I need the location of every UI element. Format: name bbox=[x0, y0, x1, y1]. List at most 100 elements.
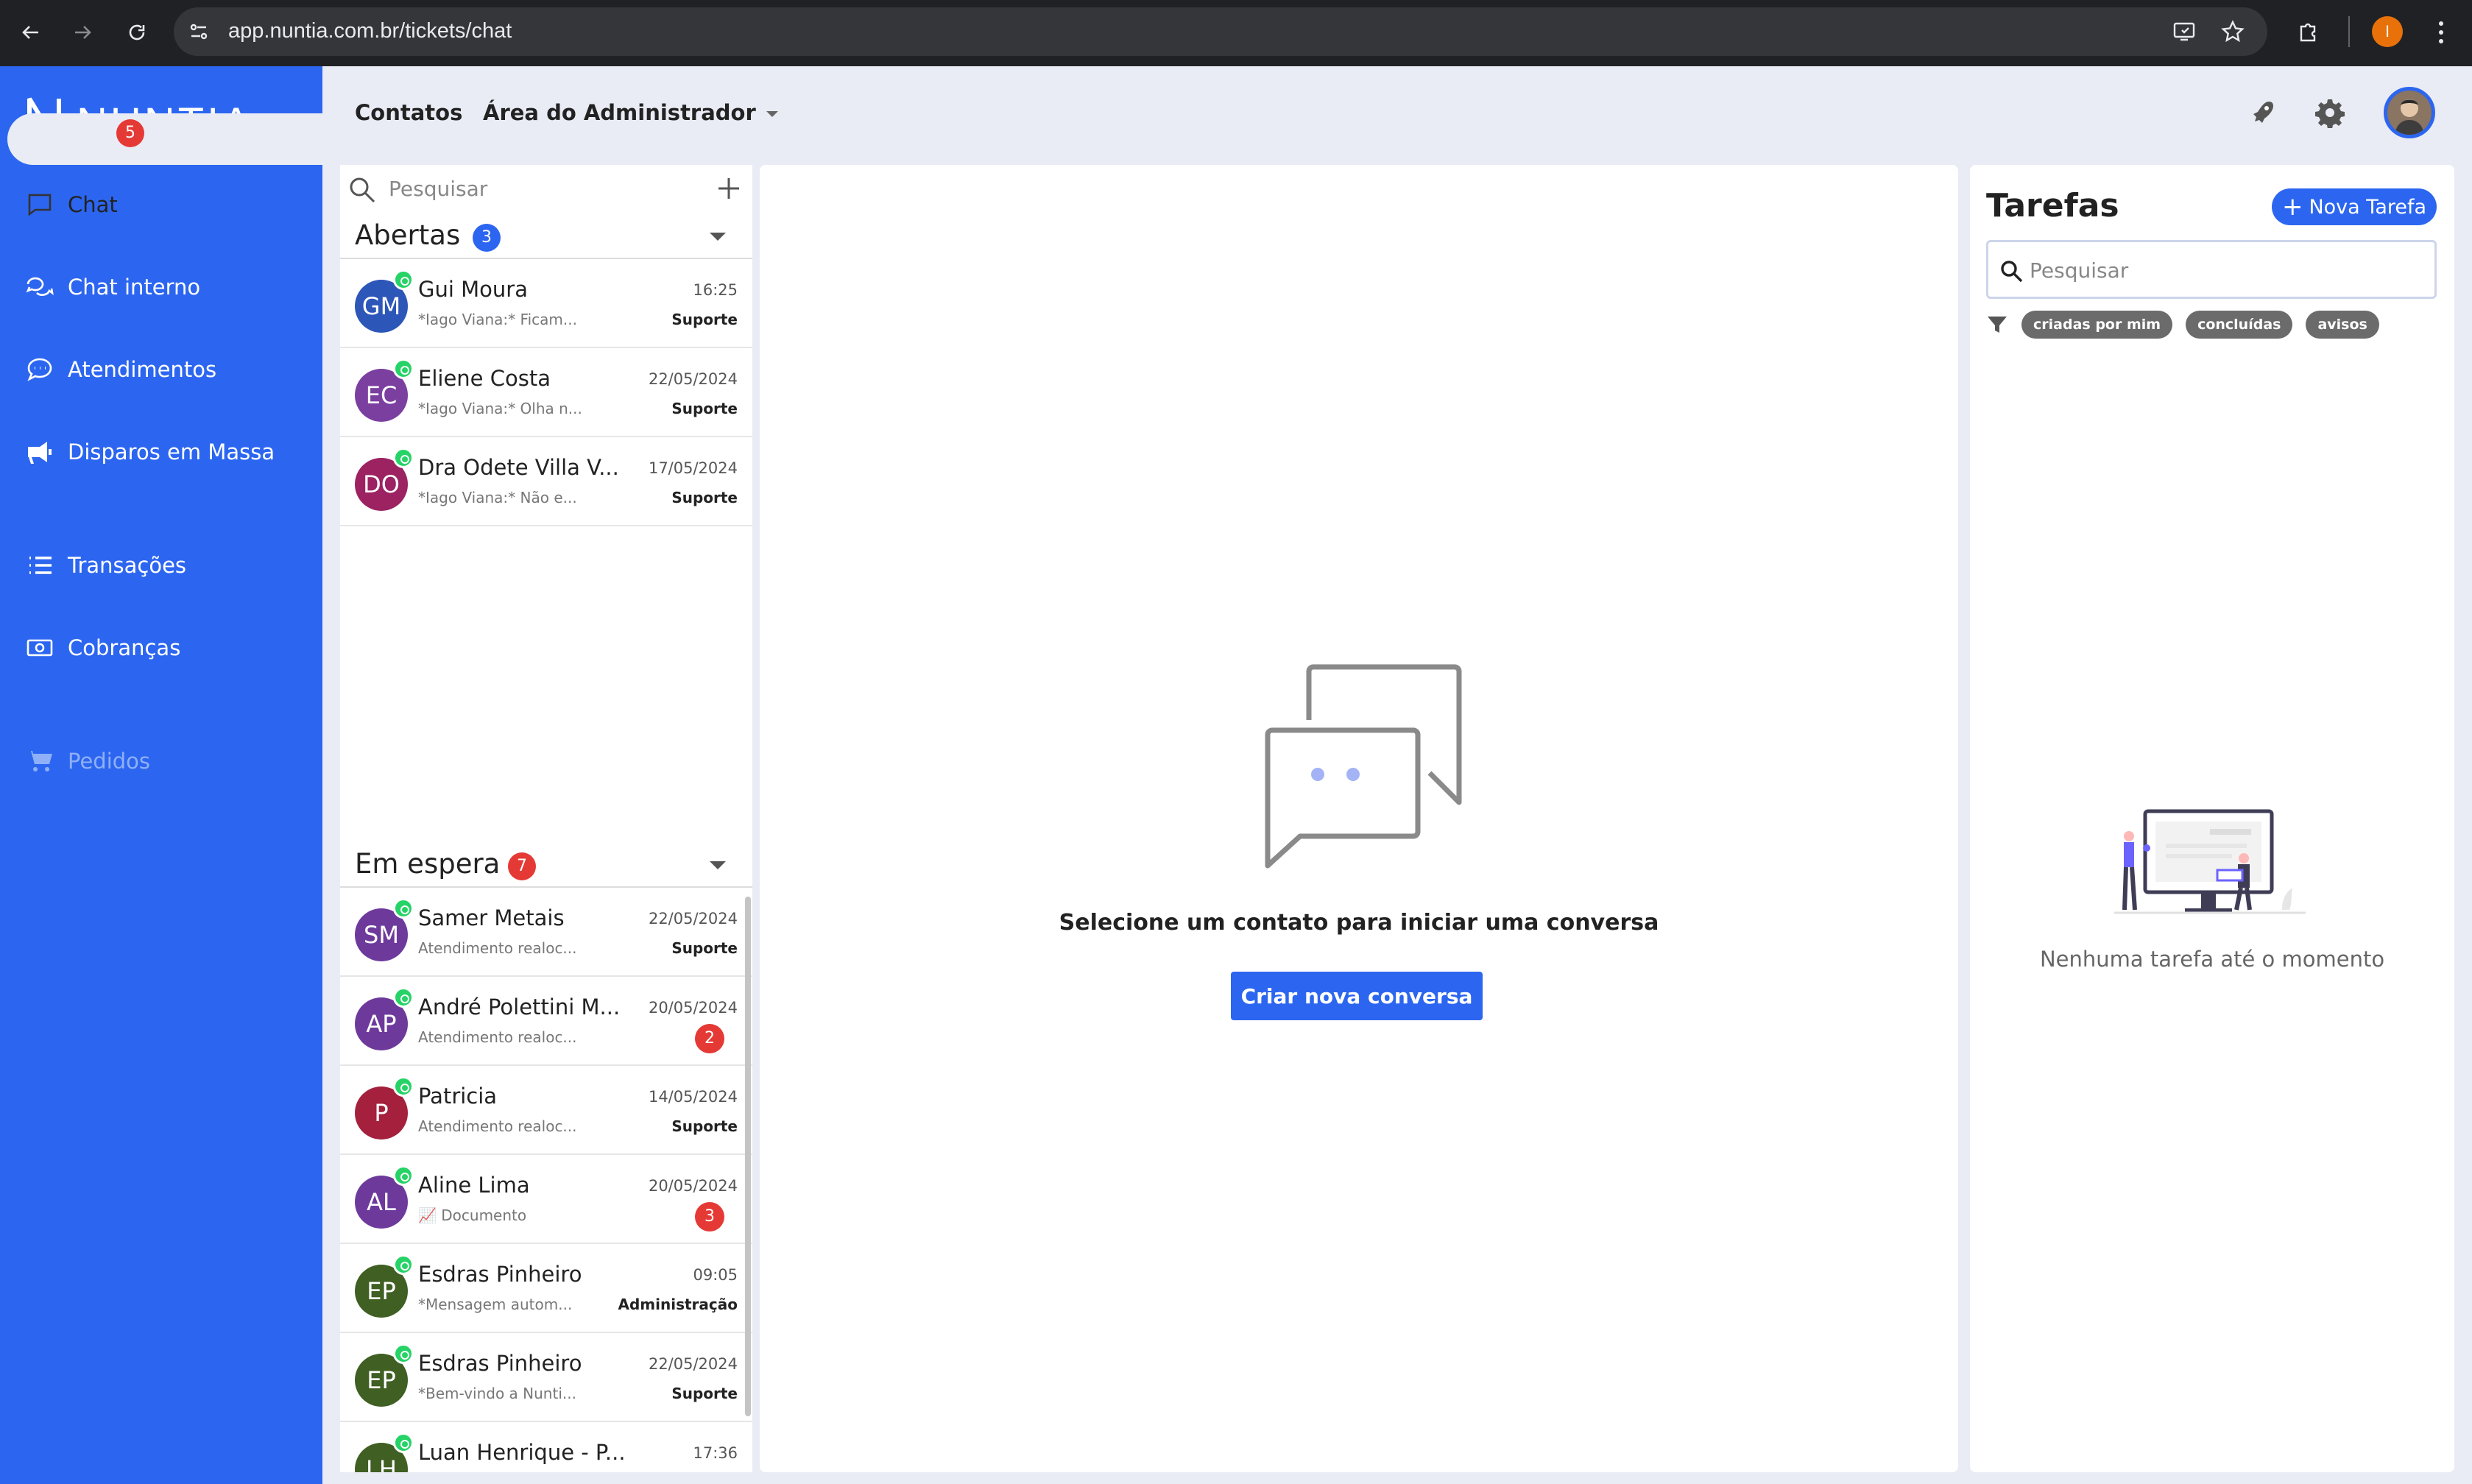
whatsapp-icon bbox=[393, 269, 414, 290]
empty-tasks-message: Nenhuma tarefa até o momento bbox=[2039, 947, 2385, 972]
section-title: Em espera bbox=[355, 848, 501, 880]
filter-chip-completed[interactable]: concluídas bbox=[2186, 311, 2293, 339]
empty-conversation-message: Selecione um contato para iniciar uma co… bbox=[1059, 910, 1659, 936]
ticket-row[interactable]: GM Gui Moura *Iago Viana:* Ficam... 16:25 Su… bbox=[340, 259, 752, 348]
contact-name: Samer Metais bbox=[418, 905, 565, 930]
gear-icon[interactable] bbox=[2312, 94, 2348, 131]
ticket-time: 14/05/2024 bbox=[648, 1088, 738, 1106]
whatsapp-icon bbox=[393, 358, 414, 379]
section-title: Abertas bbox=[355, 219, 461, 251]
cart-icon bbox=[27, 751, 52, 771]
ticket-row[interactable]: DO Dra Odete Villa V... *Iago Viana:* Não … bbox=[340, 437, 752, 526]
whatsapp-icon bbox=[393, 1432, 414, 1453]
new-conversation-button[interactable]: Criar nova conversa bbox=[1231, 972, 1483, 1020]
new-task-button[interactable]: + Nova Tarefa bbox=[2272, 188, 2437, 225]
sidebar-item-chat-interno[interactable]: Chat interno bbox=[25, 272, 200, 302]
rocket-icon[interactable] bbox=[2244, 94, 2281, 131]
filter-chip-created-by-me[interactable]: criadas por mim bbox=[2021, 311, 2173, 339]
ticket-time: 17:36 bbox=[693, 1444, 738, 1462]
last-message: Atendimento realoc... bbox=[418, 939, 577, 957]
whatsapp-icon bbox=[393, 1165, 414, 1186]
collapse-caret-icon[interactable] bbox=[710, 233, 726, 241]
ticket-time: 17/05/2024 bbox=[648, 459, 738, 477]
ticket-time: 16:25 bbox=[693, 281, 738, 299]
site-settings-icon[interactable] bbox=[187, 20, 211, 43]
last-message: Atendimento realoc... bbox=[418, 1028, 577, 1046]
speech-dots-icon bbox=[27, 358, 52, 381]
contact-name: André Polettini M... bbox=[418, 994, 621, 1020]
filter-icon[interactable] bbox=[1986, 314, 2008, 336]
collapse-caret-icon[interactable] bbox=[710, 861, 726, 869]
queue-label: Suporte bbox=[671, 311, 738, 328]
sidebar-item-cobrancas[interactable]: Cobranças bbox=[25, 633, 180, 662]
sidebar-item-transacoes[interactable]: Transações bbox=[25, 551, 186, 580]
search-icon bbox=[2001, 261, 2023, 283]
ticket-row[interactable]: EP Esdras Pinheiro *Bem-vindo a Nunti... 22… bbox=[340, 1333, 752, 1422]
ticket-search-input[interactable] bbox=[389, 174, 683, 203]
ticket-row[interactable]: AP André Polettini M... Atendimento realoc… bbox=[340, 977, 752, 1066]
ticket-search-bar bbox=[340, 165, 752, 213]
sidebar-item-atendimentos[interactable]: Atendimentos bbox=[25, 355, 216, 384]
user-photo-icon bbox=[2387, 91, 2432, 135]
sidebar-item-label: Pedidos bbox=[68, 749, 151, 774]
browser-profile-avatar[interactable]: I bbox=[2372, 16, 2403, 47]
url-text[interactable]: app.nuntia.com.br/tickets/chat bbox=[228, 19, 512, 43]
list-icon bbox=[29, 556, 52, 574]
megaphone-icon bbox=[28, 442, 52, 464]
queue-label: Administração bbox=[618, 1296, 738, 1313]
ticket-row[interactable]: AL Aline Lima 📈 Documento 20/05/2024 3 bbox=[340, 1155, 752, 1244]
ticket-list-scrollbar[interactable] bbox=[745, 897, 751, 1416]
sidebar-item-label: Disparos em Massa bbox=[68, 439, 275, 464]
queue-label: Suporte bbox=[671, 939, 738, 957]
sidebar-item-chat[interactable]: Chat bbox=[25, 190, 118, 219]
back-icon[interactable] bbox=[15, 16, 47, 49]
ticket-row[interactable]: LH Luan Henrique - P... 17:36 bbox=[340, 1422, 752, 1472]
last-message: 📈 Documento bbox=[418, 1206, 527, 1224]
task-search-field[interactable] bbox=[1986, 240, 2437, 299]
user-avatar[interactable] bbox=[2384, 87, 2435, 138]
plus-icon: + bbox=[2281, 192, 2303, 222]
ticket-time: 20/05/2024 bbox=[648, 999, 738, 1017]
add-ticket-icon[interactable] bbox=[714, 174, 744, 203]
contact-name: Luan Henrique - P... bbox=[418, 1440, 626, 1465]
browser-menu-icon[interactable] bbox=[2426, 18, 2456, 47]
sidebar-item-disparos[interactable]: Disparos em Massa bbox=[25, 437, 275, 467]
chats-icon bbox=[26, 277, 54, 296]
task-search-input[interactable] bbox=[2030, 255, 2412, 285]
last-message: *Iago Viana:* Ficam... bbox=[418, 311, 577, 328]
contact-name: Esdras Pinheiro bbox=[418, 1351, 582, 1376]
waiting-tickets-header[interactable]: Em espera 7 bbox=[340, 842, 752, 888]
cast-icon[interactable] bbox=[2167, 15, 2201, 49]
task-filters: criadas por mim concluídas avisos bbox=[1986, 311, 2379, 339]
address-bar[interactable]: app.nuntia.com.br/tickets/chat bbox=[174, 7, 2267, 56]
admin-area-menu[interactable]: Área do Administrador bbox=[483, 100, 778, 125]
forward-icon[interactable] bbox=[66, 16, 99, 49]
ticket-row[interactable]: P Patricia Atendimento realoc... 14/05/2024… bbox=[340, 1066, 752, 1155]
whatsapp-icon bbox=[393, 1076, 414, 1097]
extensions-icon[interactable] bbox=[2291, 15, 2325, 49]
chat-bubble-icon bbox=[28, 194, 52, 216]
search-icon bbox=[347, 175, 377, 205]
contact-name: Esdras Pinheiro bbox=[418, 1262, 582, 1287]
queue-label: Suporte bbox=[671, 1117, 738, 1135]
ticket-row[interactable]: EP Esdras Pinheiro *Mensagem autom... 09:05… bbox=[340, 1244, 752, 1333]
filter-chip-notices[interactable]: avisos bbox=[2306, 311, 2379, 339]
chevron-down-icon bbox=[766, 111, 778, 117]
contact-name: Aline Lima bbox=[418, 1173, 530, 1198]
reload-icon[interactable] bbox=[121, 16, 153, 49]
waiting-count-badge: 7 bbox=[508, 852, 536, 880]
ticket-row[interactable]: EC Eliene Costa *Iago Viana:* Olha n... 22/… bbox=[340, 348, 752, 437]
ticket-time: 09:05 bbox=[693, 1266, 738, 1284]
contacts-link[interactable]: Contatos bbox=[355, 100, 462, 125]
ticket-row[interactable]: SM Samer Metais Atendimento realoc... 22/05… bbox=[340, 888, 752, 977]
ticket-time: 20/05/2024 bbox=[648, 1177, 738, 1195]
chat-bubbles-icon bbox=[1265, 664, 1462, 869]
bookmark-star-icon[interactable] bbox=[2216, 15, 2250, 49]
open-tickets-header[interactable]: Abertas 3 bbox=[340, 213, 752, 259]
money-bill-icon bbox=[27, 639, 53, 657]
last-message: *Iago Viana:* Não e... bbox=[418, 489, 577, 506]
queue-label: Suporte bbox=[671, 400, 738, 417]
last-message: Atendimento realoc... bbox=[418, 1117, 577, 1135]
browser-toolbar: app.nuntia.com.br/tickets/chat I bbox=[0, 0, 2472, 66]
tasks-title: Tarefas bbox=[1986, 187, 2119, 225]
